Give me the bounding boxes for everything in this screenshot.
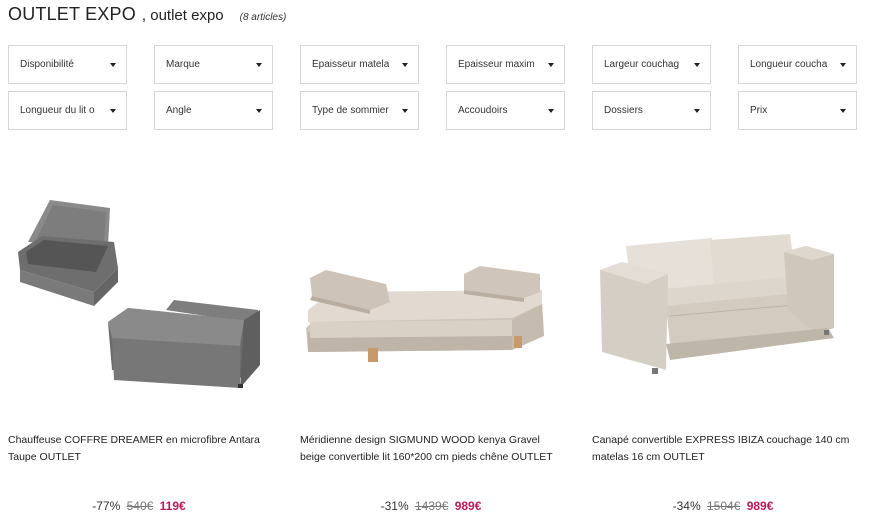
- caret-down-icon: [694, 108, 700, 113]
- filter-angle-dropdown[interactable]: Angle: [154, 91, 273, 130]
- filter-label: Accoudoirs: [458, 105, 508, 116]
- filter-price-dropdown[interactable]: Prix: [738, 91, 857, 130]
- product-name[interactable]: Chauffeuse COFFRE DREAMER en microfibre …: [8, 432, 270, 466]
- filter-base-type-dropdown[interactable]: Type de sommier: [300, 91, 419, 130]
- product-image-link[interactable]: [8, 160, 270, 425]
- sale-price: 989€: [454, 499, 482, 513]
- filter-label: Largeur couchag: [604, 59, 680, 70]
- filter-label: Épaisseur maxim: [458, 59, 535, 70]
- caret-down-icon: [256, 108, 262, 113]
- filter-label: Disponibilité: [20, 59, 74, 70]
- page-title: OUTLET EXPO: [8, 4, 136, 24]
- product-grid: Chauffeuse COFFRE DREAMER en microfibre …: [8, 160, 868, 532]
- old-price: 1439€: [414, 499, 449, 513]
- outlet-page: OUTLET EXPO , outlet expo (8 articles) D…: [0, 0, 869, 532]
- old-price: 1504€: [706, 499, 741, 513]
- product-card[interactable]: Méridienne design SIGMUND WOOD kenya Gra…: [300, 160, 562, 532]
- beige-sofa-image: [600, 234, 834, 374]
- caret-down-icon: [256, 62, 262, 67]
- product-image-link[interactable]: [300, 160, 562, 425]
- discount-badge: -31%: [380, 499, 409, 513]
- product-card[interactable]: Chauffeuse COFFRE DREAMER en microfibre …: [8, 160, 270, 532]
- discount-badge: -34%: [672, 499, 701, 513]
- filter-sleeping-width-dropdown[interactable]: Largeur couchag: [592, 45, 711, 84]
- discount-badge: -77%: [92, 499, 121, 513]
- filter-label: Longueur du lit o: [20, 105, 95, 116]
- filter-label: Angle: [166, 105, 192, 116]
- caret-down-icon: [402, 108, 408, 113]
- filter-brand-dropdown[interactable]: Marque: [154, 45, 273, 84]
- page-header: OUTLET EXPO , outlet expo (8 articles): [8, 4, 286, 25]
- caret-down-icon: [110, 108, 116, 113]
- product-name[interactable]: Canapé convertible EXPRESS IBIZA couchag…: [592, 432, 854, 466]
- filter-availability-dropdown[interactable]: Disponibilité: [8, 45, 127, 84]
- caret-down-icon: [548, 108, 554, 113]
- caret-down-icon: [694, 62, 700, 67]
- price-row: -34% 1504€ 989€: [592, 499, 854, 513]
- filter-sleeping-length-dropdown[interactable]: Longueur coucha: [738, 45, 857, 84]
- caret-down-icon: [110, 62, 116, 67]
- caret-down-icon: [840, 108, 846, 113]
- filter-label: Épaisseur matela: [312, 59, 390, 70]
- filter-label: Longueur coucha: [750, 59, 828, 70]
- filter-label: Marque: [166, 59, 200, 70]
- caret-down-icon: [840, 62, 846, 67]
- product-card[interactable]: Canapé convertible EXPRESS IBIZA couchag…: [592, 160, 854, 532]
- filter-bar: Disponibilité Marque Épaisseur matela Ép…: [8, 45, 858, 130]
- product-image-link[interactable]: [592, 160, 854, 425]
- article-count: (8 articles): [239, 12, 287, 23]
- filter-armrests-dropdown[interactable]: Accoudoirs: [446, 91, 565, 130]
- filter-label: Type de sommier: [312, 105, 389, 116]
- product-name[interactable]: Méridienne design SIGMUND WOOD kenya Gra…: [300, 432, 562, 466]
- filter-label: Dossiers: [604, 105, 643, 116]
- filter-max-thickness-dropdown[interactable]: Épaisseur maxim: [446, 45, 565, 84]
- filter-label: Prix: [750, 105, 768, 116]
- filter-bed-length-dropdown[interactable]: Longueur du lit o: [8, 91, 127, 130]
- price-row: -77% 540€ 119€: [8, 499, 270, 513]
- sale-price: 989€: [746, 499, 774, 513]
- filter-mattress-thickness-dropdown[interactable]: Épaisseur matela: [300, 45, 419, 84]
- sale-price: 119€: [159, 499, 186, 513]
- caret-down-icon: [548, 62, 554, 67]
- grey-storage-chair-image: [18, 200, 260, 388]
- old-price: 540€: [126, 499, 154, 513]
- filter-backrests-dropdown[interactable]: Dossiers: [592, 91, 711, 130]
- page-subtitle: , outlet expo: [141, 7, 224, 24]
- caret-down-icon: [402, 62, 408, 67]
- price-row: -31% 1439€ 989€: [300, 499, 562, 513]
- beige-daybed-image: [306, 266, 544, 362]
